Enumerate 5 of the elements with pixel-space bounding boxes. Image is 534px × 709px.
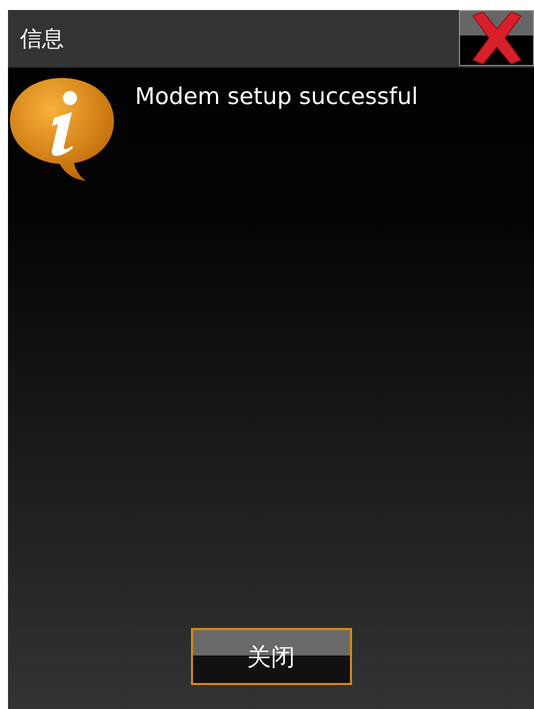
window-title: 信息 bbox=[19, 26, 64, 54]
close-dialog-button[interactable]: 关闭 bbox=[190, 628, 352, 685]
close-button[interactable] bbox=[459, 10, 534, 66]
message-text: Modem setup successful bbox=[134, 83, 418, 110]
info-speech-bubble-icon bbox=[8, 76, 116, 182]
